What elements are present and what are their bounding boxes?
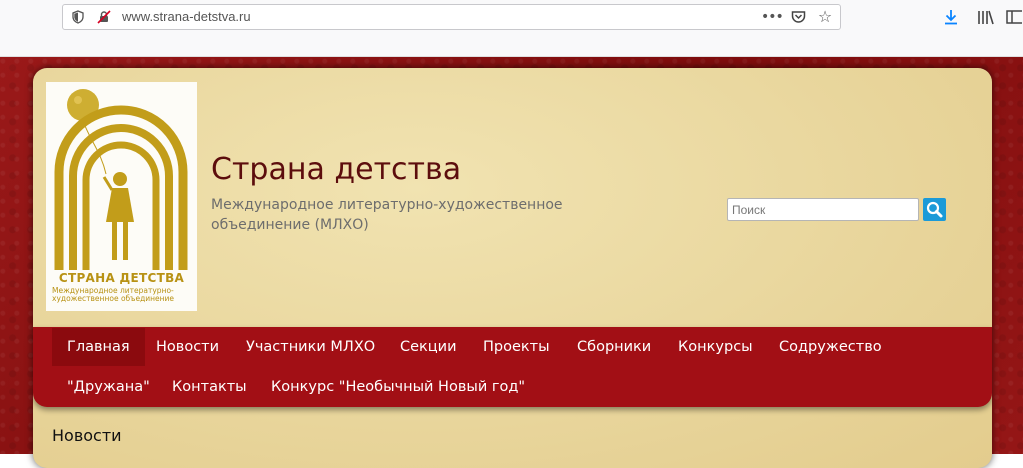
site-container: СТРАНА ДЕТСТВА Международное литературно… [33,68,992,468]
nav-item-home[interactable]: Главная [52,328,145,366]
nav-item-druzhana[interactable]: "Дружана" [52,368,165,406]
sidebar-icon[interactable] [1005,6,1023,28]
logo-subtitle: Международное литературно-художественное… [52,286,175,303]
bookmark-star-icon[interactable]: ☆ [815,5,835,29]
browser-toolbar: www.strana-detstva.ru ••• ☆ [0,0,1023,57]
site-description: Международное литературно-художественное… [211,197,563,233]
more-icon[interactable]: ••• [761,5,784,29]
logo-title: СТРАНА ДЕТСТВА [58,271,185,285]
pocket-icon[interactable] [788,5,808,29]
nav-item-partnership[interactable]: Содружество [764,328,897,366]
nav-item-members[interactable]: Участники МЛХО [231,328,390,366]
site-title[interactable]: Страна детства [211,152,461,187]
search-icon [926,201,943,218]
nav-item-new-year-contest[interactable]: Конкурс "Необычный Новый год" [256,368,540,406]
nav-item-news[interactable]: Новости [141,328,234,366]
insecure-lock-icon[interactable] [95,5,113,29]
main-navigation: Главная Новости Участники МЛХО Секции Пр… [33,327,992,407]
shield-icon[interactable] [69,5,87,29]
search-button[interactable] [923,198,946,221]
library-icon[interactable] [975,6,995,28]
download-icon[interactable] [941,6,961,28]
address-bar[interactable]: www.strana-detstva.ru ••• ☆ [62,4,841,30]
site-logo[interactable]: СТРАНА ДЕТСТВА Международное литературно… [46,82,197,311]
nav-item-collections[interactable]: Сборники [562,328,666,366]
search-input[interactable] [727,198,919,221]
url-text[interactable]: www.strana-detstva.ru [122,5,251,29]
nav-item-sections[interactable]: Секции [385,328,472,366]
nav-item-projects[interactable]: Проекты [468,328,565,366]
logo-arches-image [54,89,188,270]
nav-item-contacts[interactable]: Контакты [157,368,262,406]
nav-item-contests[interactable]: Конкурсы [663,328,768,366]
section-title-news: Новости [52,426,122,445]
